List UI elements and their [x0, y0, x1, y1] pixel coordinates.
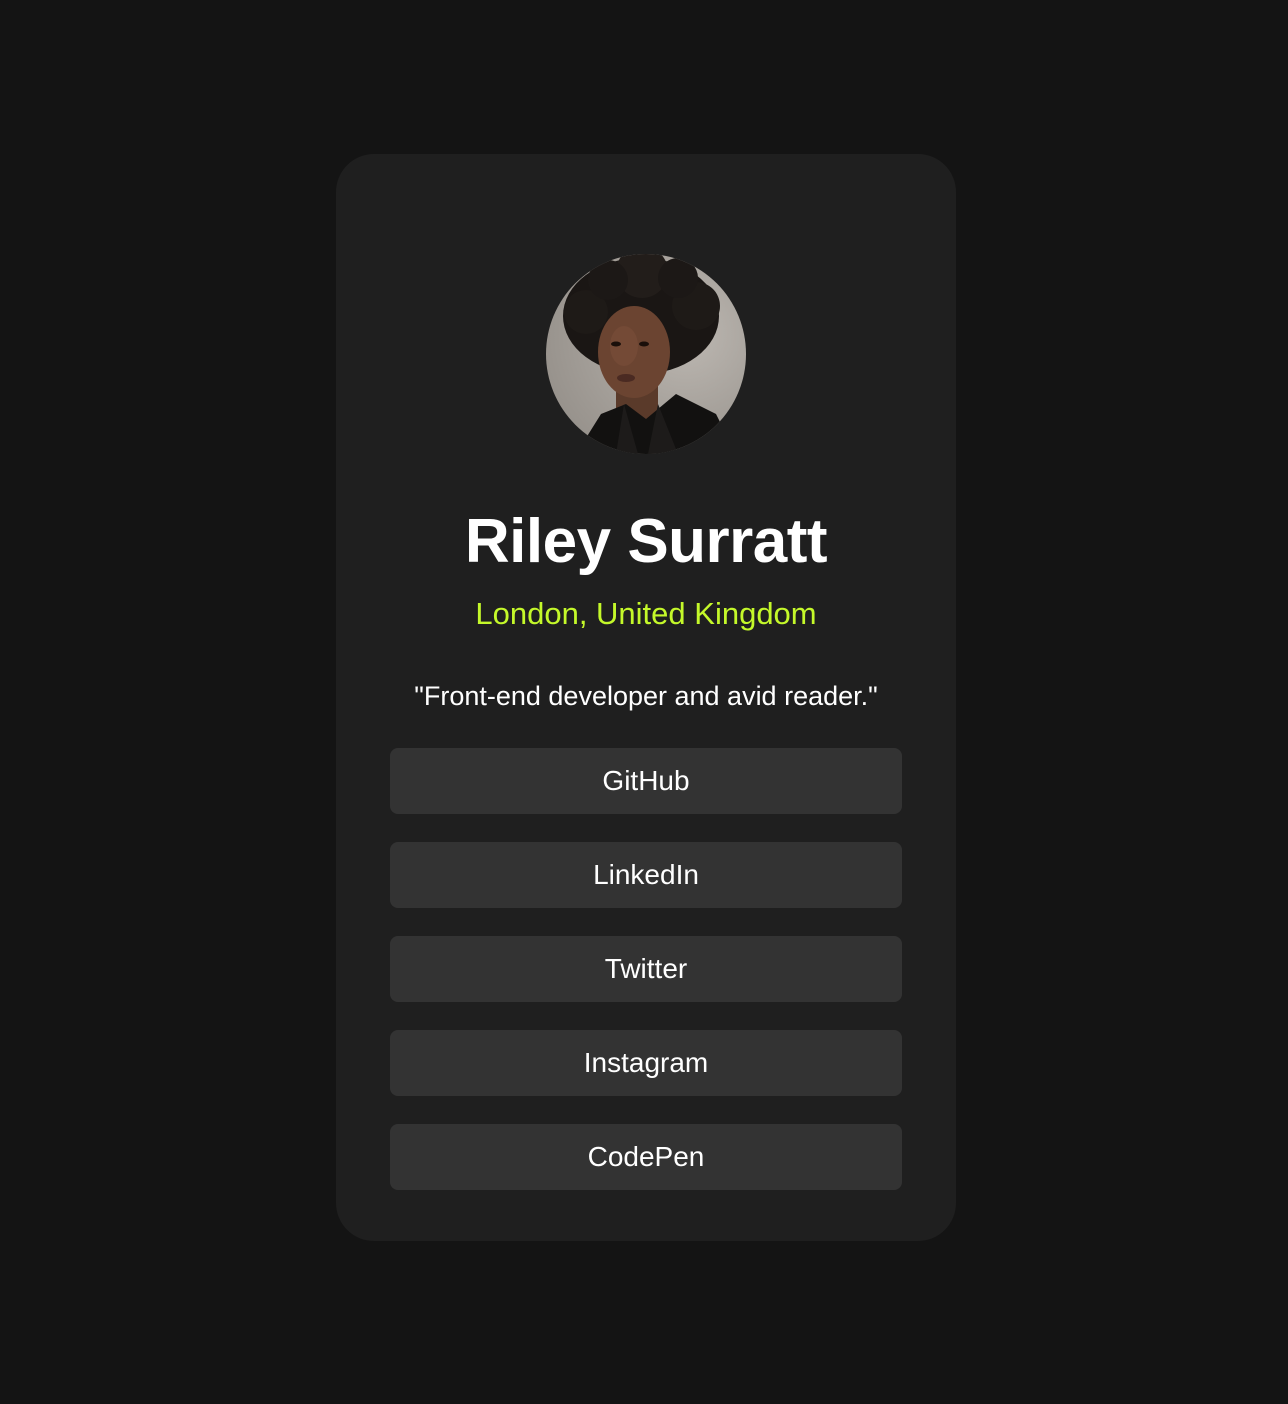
twitter-link-button[interactable]: Twitter	[390, 936, 902, 1002]
github-link-button[interactable]: GitHub	[390, 748, 902, 814]
avatar-portrait-image	[563, 254, 736, 454]
avatar	[546, 254, 746, 454]
codepen-link-button[interactable]: CodePen	[390, 1124, 902, 1190]
social-links-list: GitHub LinkedIn Twitter Instagram CodePe…	[390, 748, 902, 1190]
linkedin-link-button[interactable]: LinkedIn	[390, 842, 902, 908]
profile-location: London, United Kingdom	[475, 596, 817, 631]
instagram-link-button[interactable]: Instagram	[390, 1030, 902, 1096]
profile-card: Riley Surratt London, United Kingdom "Fr…	[336, 154, 956, 1241]
profile-bio: "Front-end developer and avid reader."	[414, 681, 878, 711]
profile-name: Riley Surratt	[464, 507, 828, 576]
